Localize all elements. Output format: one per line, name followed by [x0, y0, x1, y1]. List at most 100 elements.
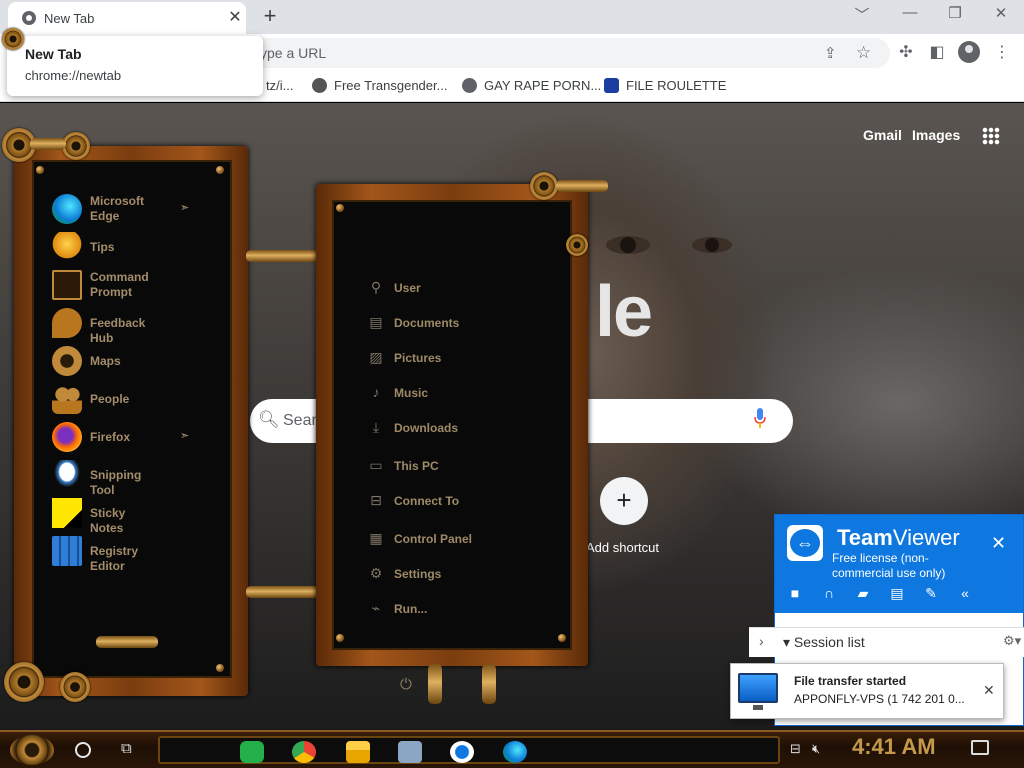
side-panel-icon[interactable]: ◧ — [926, 42, 948, 62]
teamviewer-close-button[interactable]: ✕ — [991, 533, 1006, 554]
bookmark-label: Free Transgender... — [334, 78, 448, 93]
mask-icon — [312, 78, 327, 93]
feedback-icon — [52, 308, 82, 338]
chevron-right-icon[interactable]: › — [759, 633, 764, 649]
minimize-button[interactable]: — — [895, 4, 925, 21]
monitor-icon — [738, 673, 778, 710]
firefox-icon — [52, 422, 82, 452]
search-icon: 🔍︎ — [258, 410, 280, 429]
add-shortcut-label: Add shortcut — [586, 540, 659, 555]
place-label: Music — [394, 386, 429, 400]
valve-ornament — [482, 664, 496, 704]
taskbar-clock[interactable]: 4:41 AM — [852, 734, 936, 760]
start-item-label: Snipping Tool — [90, 468, 142, 497]
start-menu-apps-panel — [14, 146, 248, 696]
collapse-double-chevron-icon[interactable]: « — [954, 585, 976, 601]
google-apps-grid-icon[interactable] — [982, 127, 1000, 145]
place-label: User — [394, 281, 421, 295]
teamviewer-title: TeamViewer — [837, 525, 960, 551]
chat-icon[interactable]: ▰ — [852, 585, 874, 602]
control-panel-icon: ▦ — [369, 530, 383, 546]
restore-button[interactable]: ❐ — [940, 4, 970, 22]
globe-icon — [462, 78, 477, 93]
share-icon[interactable]: ⇪ — [824, 44, 837, 62]
lightbulb-icon — [52, 232, 82, 262]
add-shortcut-button[interactable]: + — [600, 477, 648, 525]
rivet-icon — [558, 634, 566, 642]
notification-body: APPONFLY-VPS (1 742 201 0... — [794, 692, 965, 706]
edge-icon — [52, 194, 82, 224]
place-label: Control Panel — [394, 532, 473, 546]
bookmark-star-icon[interactable]: ☆ — [856, 43, 871, 63]
close-tab-button[interactable]: ✕ — [226, 7, 244, 27]
microphone-icon[interactable] — [754, 408, 766, 428]
notification-center-icon[interactable] — [971, 740, 989, 755]
video-camera-icon[interactable]: ■ — [784, 585, 806, 601]
tab-search-button[interactable]: ﹀ — [847, 4, 877, 25]
file-explorer-icon[interactable] — [346, 741, 370, 763]
pipe-ornament — [556, 180, 608, 192]
power-icon[interactable]: ⏻ — [400, 676, 412, 693]
start-button[interactable] — [10, 735, 54, 765]
tab-new-tab[interactable]: New Tab ✕ — [8, 2, 246, 34]
start-item-label: People — [90, 392, 130, 406]
gear-icon[interactable]: ⚙▾ — [1003, 633, 1021, 649]
teamviewer-taskbar-icon[interactable] — [450, 741, 474, 763]
pen-icon[interactable]: ✎ — [920, 585, 942, 602]
expand-arrow-icon[interactable]: ➣ — [180, 201, 189, 214]
gear-ornament-icon — [530, 172, 558, 200]
headset-icon[interactable]: ∩ — [818, 585, 840, 601]
profile-avatar-icon[interactable] — [958, 41, 980, 63]
chrome-icon[interactable] — [292, 741, 316, 763]
start-item-label: Maps — [90, 354, 121, 368]
tooltip-url: chrome://newtab — [25, 68, 122, 83]
place-label: Settings — [394, 567, 442, 581]
images-link[interactable]: Images — [912, 127, 960, 143]
start-item-label: Firefox — [90, 430, 131, 444]
notification-title: File transfer started — [794, 674, 907, 688]
address-bar[interactable]: ype a URL ⇪ ☆ — [240, 38, 890, 68]
new-tab-button[interactable]: + — [258, 3, 282, 29]
bookmark-label: GAY RAPE PORN... — [484, 78, 602, 93]
gear-ornament-icon — [62, 132, 90, 160]
session-list-bar[interactable]: › ▾ Session list ⚙▾ — [749, 627, 1024, 657]
license-text: Free license (non-commercial use only) — [832, 551, 946, 580]
volume-muted-icon[interactable]: 🔇︎ — [812, 741, 820, 757]
title-bold: Team — [837, 525, 893, 550]
bookmark-item[interactable]: tz/i... — [266, 78, 293, 93]
task-view-icon[interactable]: ⧉ — [121, 740, 132, 757]
snipping-icon — [52, 460, 82, 490]
cmd-icon — [52, 270, 82, 300]
notification-close-button[interactable]: ✕ — [983, 682, 995, 699]
expand-arrow-icon[interactable]: ➣ — [180, 429, 189, 442]
registry-icon — [52, 536, 82, 566]
pipe-ornament — [246, 250, 320, 262]
place-label: Connect To — [394, 494, 460, 508]
file-transfer-notification[interactable]: File transfer started APPONFLY-VPS (1 74… — [730, 663, 1004, 719]
place-label: Run... — [394, 602, 428, 616]
edge-taskbar-icon[interactable] — [503, 741, 527, 763]
start-item-label: Tips — [90, 240, 115, 254]
place-label: Documents — [394, 316, 460, 330]
taskbar: ⧉ ⊟ 🔇︎ 4:41 AM — [0, 730, 1024, 768]
file-transfer-icon[interactable]: ▤ — [886, 585, 908, 602]
menu-kebab-icon[interactable]: ⋮ — [991, 42, 1013, 62]
cortana-search-icon[interactable] — [75, 742, 91, 758]
network-icon[interactable]: ⊟ — [790, 741, 801, 757]
taskbar-apps — [158, 736, 780, 764]
bookmark-item[interactable]: FILE ROULETTE — [604, 78, 726, 93]
sticky-icon — [52, 498, 82, 528]
bookmark-item[interactable]: Free Transgender... — [312, 78, 447, 93]
rivet-icon — [36, 166, 44, 174]
gmail-link[interactable]: Gmail — [863, 127, 902, 143]
valve-ornament — [428, 664, 442, 704]
bookmark-item[interactable]: GAY RAPE PORN... — [462, 78, 601, 93]
tooltip-title: New Tab — [25, 46, 82, 62]
place-label: Pictures — [394, 351, 442, 365]
search-placeholder: Sear — [283, 412, 317, 429]
close-window-button[interactable]: ✕ — [986, 4, 1016, 22]
extensions-puzzle-icon[interactable]: ✣ — [895, 42, 917, 62]
notes-app-icon[interactable] — [240, 741, 264, 763]
run-icon: ⌁ — [371, 600, 381, 616]
remote-desktop-icon[interactable] — [398, 741, 422, 763]
